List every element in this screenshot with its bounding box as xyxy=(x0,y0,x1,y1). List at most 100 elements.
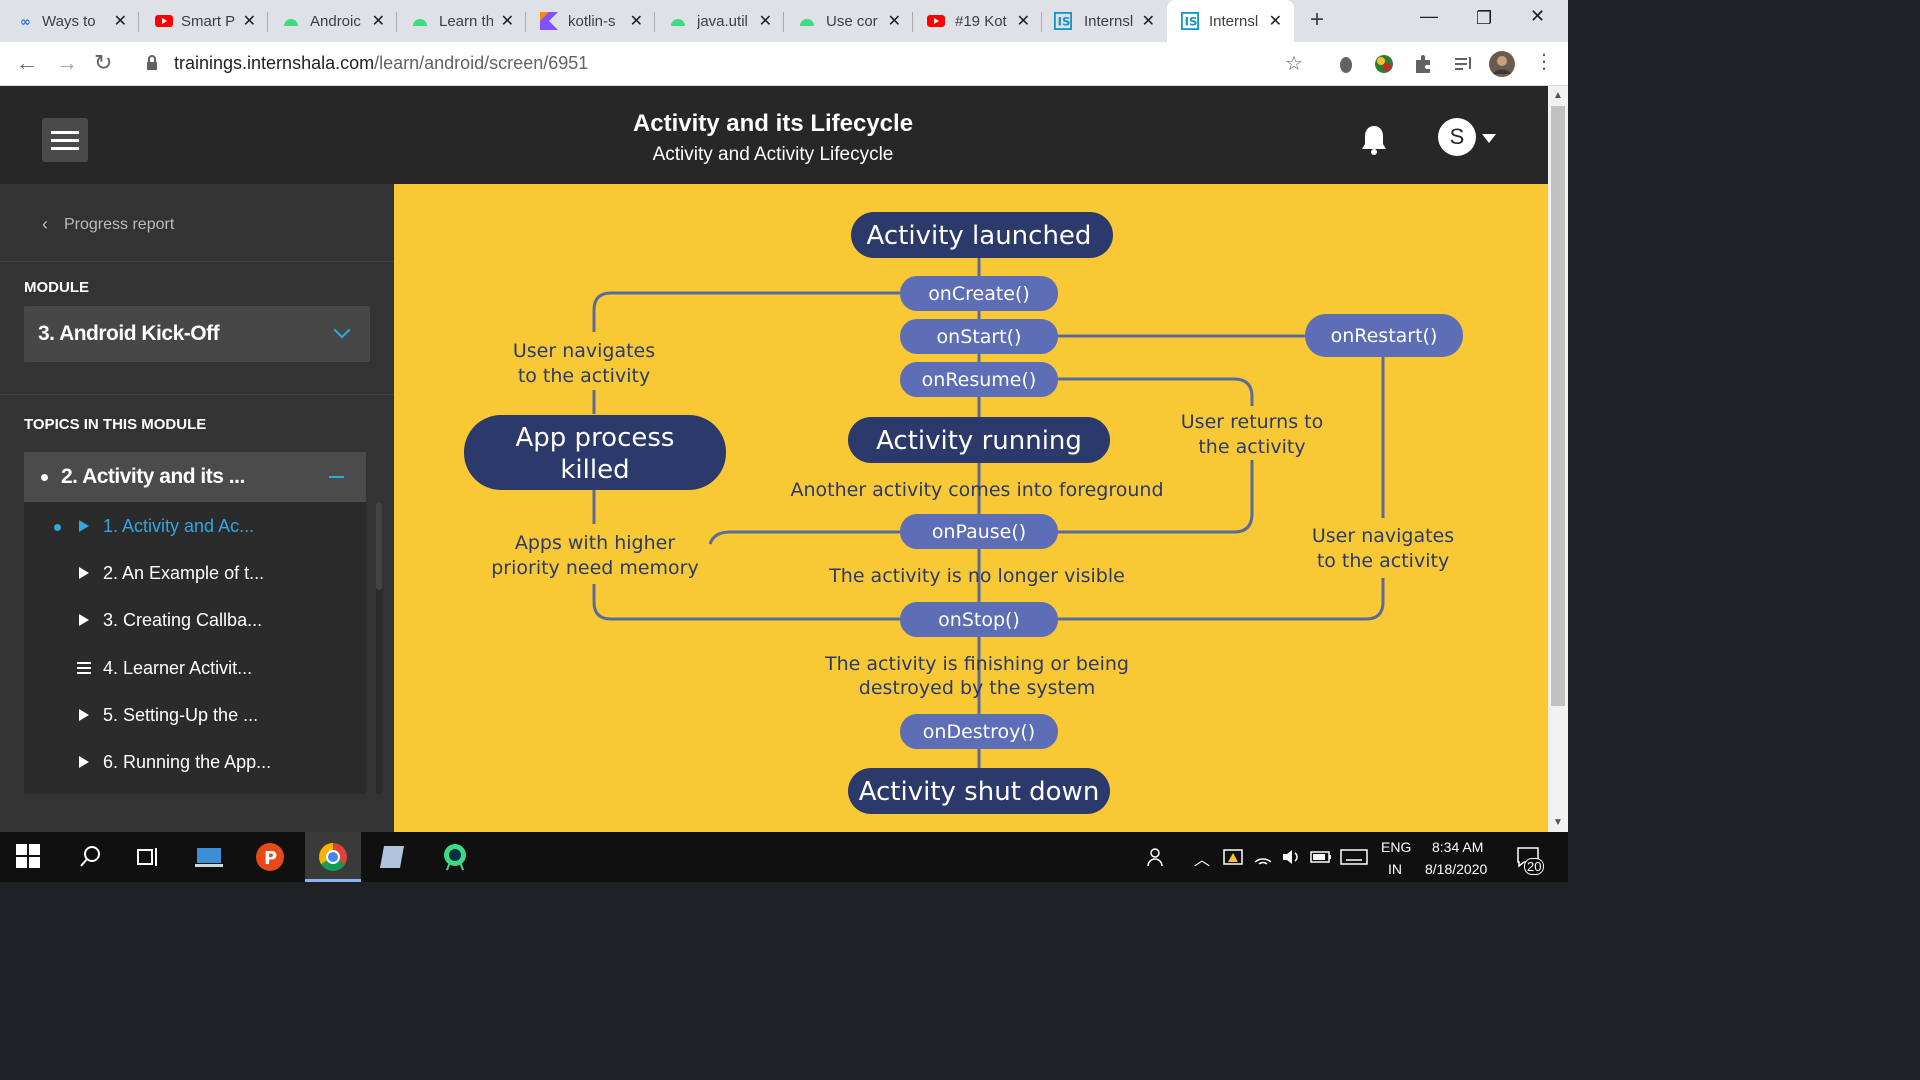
android-icon xyxy=(413,19,427,26)
list-item[interactable]: 6. Running the App... xyxy=(24,743,366,783)
restore-button[interactable]: ❐ xyxy=(1476,8,1492,29)
module-heading: MODULE xyxy=(24,279,89,296)
list-item[interactable]: 3. Creating Callba... xyxy=(24,601,366,641)
close-icon[interactable]: ✕ xyxy=(1142,11,1155,31)
media-queue-icon[interactable] xyxy=(1452,52,1476,76)
clock-time[interactable]: 8:34 AM xyxy=(1432,839,1483,855)
wifi-icon[interactable] xyxy=(1252,846,1274,868)
apps-higher-priority-label-2: priority need memory xyxy=(491,557,699,579)
browser-toolbar: ← → ↻ trainings.internshala.com/learn/an… xyxy=(0,42,1568,86)
on-stop-label: onStop() xyxy=(938,609,1020,631)
bell-icon[interactable] xyxy=(1360,124,1388,156)
extensions-puzzle-icon[interactable] xyxy=(1412,52,1436,76)
browser-tab[interactable]: IS Internsl ✕ xyxy=(1042,0,1167,42)
region-indicator[interactable]: IN xyxy=(1388,861,1402,877)
task-view-icon[interactable] xyxy=(134,842,164,872)
close-icon[interactable]: ✕ xyxy=(501,11,514,31)
browser-tab[interactable]: java.util ✕ xyxy=(655,0,784,42)
list-item-label: 1. Activity and Ac... xyxy=(103,516,255,536)
search-icon[interactable] xyxy=(76,842,106,872)
collapse-minus-icon[interactable] xyxy=(329,476,344,478)
chevron-down-icon[interactable] xyxy=(1482,134,1496,143)
close-icon[interactable]: ✕ xyxy=(630,11,643,31)
clock-date[interactable]: 8/18/2020 xyxy=(1425,861,1487,877)
bookmark-star-icon[interactable]: ☆ xyxy=(1285,51,1303,76)
notes-app-icon[interactable] xyxy=(378,842,408,872)
profile-avatar-icon[interactable] xyxy=(1489,51,1515,77)
extension-bug-icon[interactable] xyxy=(1334,52,1358,76)
tab-title: Smart P xyxy=(181,12,235,30)
reload-button[interactable]: ↻ xyxy=(94,50,112,76)
people-icon[interactable] xyxy=(1146,846,1168,868)
browser-tab[interactable]: kotlin-s ✕ xyxy=(526,0,655,42)
apps-higher-priority-label-1: Apps with higher xyxy=(515,532,676,554)
user-navigates-left-label-1: User navigates xyxy=(513,340,655,362)
browser-tab[interactable]: Use cor ✕ xyxy=(784,0,913,42)
back-button[interactable]: ← xyxy=(16,50,38,76)
kotlin-icon xyxy=(540,12,558,30)
text-lines-icon xyxy=(77,662,91,677)
user-navigates-right-label-2: to the activity xyxy=(1317,550,1449,572)
chrome-taskbar-active[interactable] xyxy=(305,832,361,882)
extension-globe-icon[interactable] xyxy=(1372,52,1396,76)
close-icon[interactable]: ✕ xyxy=(759,11,772,31)
battery-icon[interactable] xyxy=(1310,848,1332,866)
list-item[interactable]: 4. Learner Activit... xyxy=(24,649,366,689)
close-icon[interactable]: ✕ xyxy=(114,11,127,31)
chevron-down-icon xyxy=(333,321,351,339)
notification-count-badge: 20 xyxy=(1524,858,1545,875)
close-icon[interactable]: ✕ xyxy=(1269,11,1282,31)
browser-tab[interactable]: #19 Kot ✕ xyxy=(913,0,1042,42)
page-scrollbar[interactable]: ▲ ▼ xyxy=(1548,86,1568,832)
close-icon[interactable]: ✕ xyxy=(243,11,256,31)
android-icon xyxy=(284,19,298,26)
lifecycle-diagram: Activity launched Activity running App p… xyxy=(394,184,1548,832)
close-window-button[interactable]: ✕ xyxy=(1530,6,1545,27)
svg-text:∞: ∞ xyxy=(20,15,31,30)
close-icon[interactable]: ✕ xyxy=(372,11,385,31)
bullet-icon xyxy=(41,474,48,481)
browser-tab-active[interactable]: IS Internsl ✕ xyxy=(1167,0,1294,42)
progress-report-link[interactable]: ‹ Progress report xyxy=(0,184,394,262)
computer-app-icon[interactable] xyxy=(194,842,224,872)
topic-scrollbar-thumb[interactable] xyxy=(376,502,382,590)
language-indicator[interactable]: ENG xyxy=(1381,839,1411,855)
svg-text:P: P xyxy=(264,848,277,869)
browser-tab[interactable]: ∞ Ways to ✕ xyxy=(0,0,139,42)
chevron-up-icon[interactable]: ︿ xyxy=(1194,846,1210,870)
topic-current[interactable]: 2. Activity and its ... xyxy=(24,452,366,502)
browser-tab[interactable]: Androic ✕ xyxy=(268,0,397,42)
hamburger-menu-button[interactable] xyxy=(42,118,88,162)
browser-tab[interactable]: Learn th ✕ xyxy=(397,0,526,42)
list-item[interactable]: 1. Activity and Ac... xyxy=(24,507,366,547)
finishing-label-1: The activity is finishing or being xyxy=(824,653,1129,675)
address-bar[interactable]: trainings.internshala.com/learn/android/… xyxy=(174,53,588,74)
close-icon[interactable]: ✕ xyxy=(888,11,901,31)
security-warning-icon[interactable] xyxy=(1222,846,1244,868)
keyboard-icon[interactable] xyxy=(1340,848,1368,866)
chrome-menu-icon[interactable]: ⋮ xyxy=(1534,49,1554,74)
another-activity-label: Another activity comes into foreground xyxy=(790,479,1163,501)
browser-tab[interactable]: Smart P ✕ xyxy=(139,0,268,42)
svg-text:IS: IS xyxy=(1058,15,1071,29)
android-studio-icon[interactable] xyxy=(440,842,470,872)
psiphon-app-icon[interactable]: P xyxy=(255,842,285,872)
new-tab-button[interactable]: + xyxy=(1310,6,1324,34)
chrome-icon xyxy=(319,843,347,871)
close-icon[interactable]: ✕ xyxy=(1017,11,1030,31)
scroll-up-arrow-icon[interactable]: ▲ xyxy=(1553,90,1563,101)
url-host: trainings.internshala.com xyxy=(174,53,375,73)
internshala-icon: IS xyxy=(1054,12,1072,30)
volume-icon[interactable] xyxy=(1280,846,1302,868)
forward-button[interactable]: → xyxy=(56,50,78,76)
page-scrollbar-thumb[interactable] xyxy=(1551,106,1565,706)
scroll-down-arrow-icon[interactable]: ▼ xyxy=(1553,817,1563,828)
list-item[interactable]: 5. Setting-Up the ... xyxy=(24,696,366,736)
list-item[interactable]: 2. An Example of t... xyxy=(24,554,366,594)
windows-start-icon[interactable] xyxy=(16,844,40,868)
lock-icon[interactable] xyxy=(146,55,158,71)
minimize-button[interactable]: — xyxy=(1420,6,1438,27)
module-dropdown[interactable]: 3. Android Kick-Off xyxy=(24,306,370,362)
user-avatar[interactable]: S xyxy=(1438,118,1476,156)
url-path: /learn/android/screen/6951 xyxy=(374,53,589,73)
